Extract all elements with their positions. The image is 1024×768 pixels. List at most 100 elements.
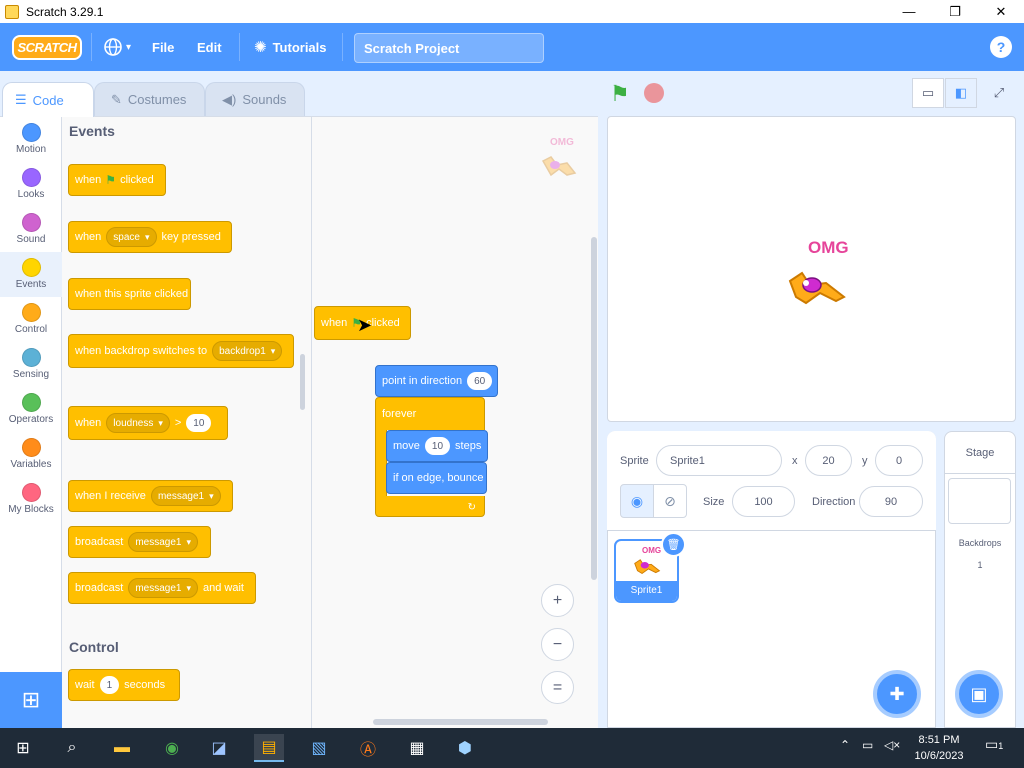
stage-canvas[interactable]: OMG — [607, 116, 1016, 422]
small-stage-button[interactable]: ▭ — [912, 78, 944, 108]
maximize-button[interactable]: ❐ — [932, 0, 978, 23]
add-extension-button[interactable]: ⊞ — [0, 672, 62, 728]
paint-icon[interactable]: ◪ — [204, 734, 234, 762]
palette-scrollbar[interactable] — [300, 354, 305, 410]
cat-plus-icon: ✚ — [889, 683, 905, 704]
volume-muted-icon[interactable]: ◁× — [884, 738, 900, 752]
photos-icon[interactable]: ▧ — [304, 734, 334, 762]
block-wait-seconds[interactable]: wait 1 seconds — [68, 669, 180, 701]
direction-input[interactable]: 90 — [859, 486, 923, 517]
message-dropdown[interactable]: message1 — [150, 486, 221, 506]
network-icon[interactable]: ▭ — [862, 738, 873, 752]
fullscreen-icon: ⤢ — [993, 85, 1005, 100]
choose-sprite-button[interactable]: ✚ — [873, 670, 921, 718]
zoom-in-button[interactable]: + — [541, 584, 574, 617]
windows-start-icon[interactable]: ⊞ — [8, 734, 38, 762]
block-broadcast-and-wait[interactable]: broadcast message1 and wait — [68, 572, 256, 604]
globe-icon — [104, 38, 122, 56]
block-when-flag-clicked[interactable]: when ⚑ clicked — [68, 151, 166, 196]
script-point-in-direction[interactable]: point in direction 60 — [375, 365, 498, 397]
direction-label: Direction — [812, 496, 856, 508]
image-plus-icon: ▣ — [970, 683, 988, 704]
block-when-i-receive[interactable]: when I receive message1 — [68, 467, 233, 512]
clock-time: 8:51 PM — [918, 734, 960, 746]
backdrops-count: 1 — [977, 560, 983, 570]
zoom-out-button[interactable]: − — [541, 628, 574, 661]
tutorials-menu[interactable]: ✺ Tutorials — [254, 23, 327, 71]
stop-button[interactable] — [644, 83, 664, 103]
notification-center-icon[interactable]: ▭1 — [985, 736, 1003, 753]
category-label: Events — [15, 279, 47, 290]
block-when-sprite-clicked[interactable]: when this sprite clicked — [68, 265, 191, 310]
project-title-input[interactable]: Scratch Project — [354, 33, 544, 63]
app-a-icon[interactable]: Ⓐ — [353, 734, 383, 762]
chrome-icon[interactable]: ◉ — [157, 734, 187, 762]
stage-thumbnail[interactable] — [948, 478, 1011, 524]
code-horizontal-scrollbar[interactable] — [373, 719, 548, 725]
lightbulb-icon: ✺ — [254, 39, 267, 56]
file-menu[interactable]: File — [152, 23, 174, 71]
size-input[interactable]: 100 — [732, 486, 795, 517]
code-vertical-scrollbar[interactable] — [591, 237, 597, 580]
block-broadcast[interactable]: broadcast message1 — [68, 526, 211, 558]
message-dropdown[interactable]: message1 — [128, 578, 198, 598]
category-looks[interactable]: Looks — [0, 162, 62, 207]
show-sprite-button[interactable]: ◉ — [620, 484, 654, 518]
large-stage-button[interactable]: ◧ — [945, 78, 977, 108]
category-control[interactable]: Control — [0, 297, 62, 342]
number-input[interactable]: 10 — [186, 414, 212, 432]
fullscreen-button[interactable]: ⤢ — [983, 78, 1015, 108]
loudness-dropdown[interactable]: loudness — [106, 413, 170, 433]
scratch-logo[interactable]: SCRATCH — [12, 35, 82, 60]
taskbar-clock[interactable]: 8:51 PM 10/6/2023 — [905, 732, 973, 764]
direction-input[interactable]: 60 — [467, 372, 493, 390]
category-sound[interactable]: Sound — [0, 207, 62, 252]
file-explorer-icon[interactable]: ▬ — [107, 734, 137, 762]
calculator-icon[interactable]: ▦ — [402, 734, 432, 762]
sprite-name-input[interactable]: Sprite1 — [656, 445, 782, 476]
category-variables[interactable]: Variables — [0, 432, 62, 477]
eye-icon: ◉ — [630, 492, 644, 509]
sprite1-costume[interactable] — [784, 267, 854, 315]
chevron-up-icon[interactable]: ⌃ — [840, 738, 850, 752]
x-position-input[interactable]: 20 — [805, 445, 852, 476]
category-events[interactable]: Events — [0, 252, 62, 297]
close-button[interactable]: ✕ — [978, 0, 1024, 23]
script-move-steps[interactable]: move 10 steps — [386, 430, 488, 462]
choose-backdrop-button[interactable]: ▣ — [955, 670, 1003, 718]
category-operators[interactable]: Operators — [0, 387, 62, 432]
edit-menu[interactable]: Edit — [197, 23, 222, 71]
language-menu[interactable]: ▾ — [103, 23, 131, 71]
hide-sprite-button[interactable]: ⊘ — [653, 484, 687, 518]
scratch-taskbar-icon[interactable]: ▤ — [254, 734, 284, 762]
size-label: Size — [703, 496, 725, 508]
green-flag-button[interactable]: ⚑ — [610, 81, 630, 107]
category-menu: Motion Looks Sound Events Control Sensin… — [0, 116, 62, 728]
help-button[interactable]: ? — [990, 36, 1012, 58]
steps-input[interactable]: 10 — [424, 437, 451, 455]
block-when-key-pressed[interactable]: when space key pressed — [68, 208, 232, 253]
number-input[interactable]: 1 — [99, 676, 120, 694]
tab-costumes[interactable]: ✎ Costumes — [94, 82, 205, 116]
window-title: Scratch 3.29.1 — [26, 4, 104, 19]
virtualbox-icon[interactable]: ⬢ — [450, 734, 480, 762]
message-dropdown[interactable]: message1 — [128, 532, 198, 552]
category-my-blocks[interactable]: My Blocks — [0, 477, 62, 522]
block-when-loudness[interactable]: when loudness > 10 — [68, 393, 228, 440]
zoom-reset-button[interactable]: = — [541, 671, 574, 704]
minimize-button[interactable]: — — [886, 0, 932, 23]
block-text: steps — [455, 440, 482, 452]
y-position-input[interactable]: 0 — [875, 445, 923, 476]
tab-sounds[interactable]: ◀) Sounds — [205, 82, 305, 116]
block-text: seconds — [124, 679, 166, 691]
large-stage-icon: ◧ — [954, 85, 968, 100]
category-motion[interactable]: Motion — [0, 117, 62, 162]
tab-code[interactable]: ☰ Code — [2, 82, 94, 117]
search-icon[interactable]: ⌕ — [57, 734, 87, 762]
category-sensing[interactable]: Sensing — [0, 342, 62, 387]
block-when-backdrop-switches[interactable]: when backdrop switches to backdrop1 — [68, 321, 294, 368]
backdrop-dropdown[interactable]: backdrop1 — [212, 341, 283, 361]
delete-sprite-button[interactable]: 🗑 — [661, 532, 686, 557]
script-if-on-edge-bounce[interactable]: if on edge, bounce — [386, 462, 487, 494]
key-dropdown[interactable]: space — [106, 227, 157, 247]
